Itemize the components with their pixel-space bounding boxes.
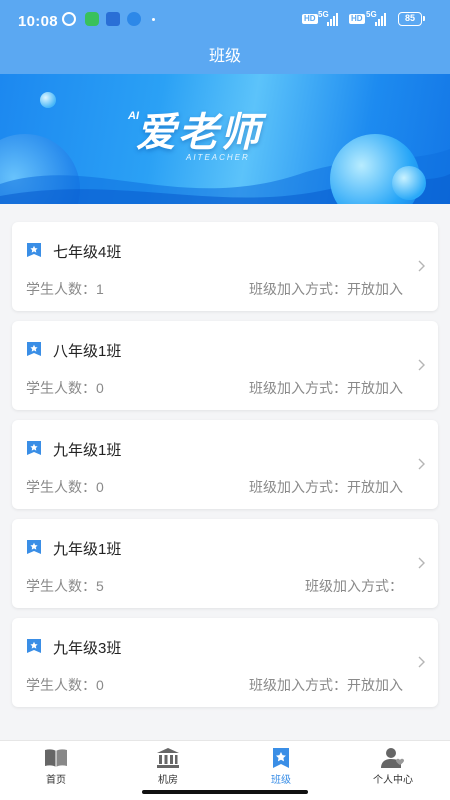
- class-list: 七年级4班 学生人数：1 班级加入方式：开放加入 八年级1班 学生人数：0 班级…: [12, 222, 438, 717]
- home-indicator[interactable]: [142, 790, 308, 794]
- status-bar: 10:08 HD 5G HD 5G 85: [0, 0, 450, 40]
- class-name: 八年级1班: [53, 343, 122, 360]
- student-count: 学生人数：5: [26, 578, 104, 594]
- nav-label: 个人中心: [373, 775, 413, 786]
- class-card[interactable]: 九年级1班 学生人数：5 班级加入方式：: [12, 519, 438, 608]
- join-method: 班级加入方式：开放加入: [249, 479, 403, 495]
- cast-icon: [106, 12, 120, 26]
- brand-logo-text: 爱老师: [136, 111, 262, 155]
- decor-bubble: [392, 166, 426, 200]
- nav-home[interactable]: 首页: [16, 747, 96, 786]
- building-icon: [157, 748, 179, 768]
- decor-bubble: [40, 92, 56, 108]
- signal-icon: [375, 12, 386, 26]
- book-icon: [45, 749, 67, 767]
- battery-icon: 85: [398, 12, 425, 26]
- class-name: 七年级4班: [53, 244, 122, 261]
- hd-badge: HD: [302, 14, 318, 24]
- join-method: 班级加入方式：开放加入: [249, 380, 403, 396]
- class-badge-icon: [27, 441, 41, 455]
- upload-icon: [127, 12, 141, 26]
- class-badge-icon: [27, 243, 41, 257]
- chevron-right-icon: [418, 557, 425, 569]
- class-name: 九年级1班: [53, 541, 122, 558]
- class-badge-icon: [27, 342, 41, 356]
- chevron-right-icon: [418, 260, 425, 272]
- nav-class[interactable]: 班级: [241, 747, 321, 786]
- banner: AI 爱老师 AITEACHER: [0, 74, 450, 204]
- class-name: 九年级1班: [53, 442, 122, 459]
- class-badge-icon: [27, 540, 41, 554]
- chevron-right-icon: [418, 359, 425, 371]
- page-title: 班级: [208, 48, 241, 65]
- signal-icon: [327, 12, 338, 26]
- join-method: 班级加入方式：开放加入: [249, 281, 403, 297]
- student-count: 学生人数：1: [26, 281, 104, 297]
- user-heart-icon: [381, 748, 404, 768]
- class-card[interactable]: 七年级4班 学生人数：1 班级加入方式：开放加入: [12, 222, 438, 311]
- join-method: 班级加入方式：开放加入: [249, 677, 403, 693]
- class-name: 九年级3班: [53, 640, 122, 657]
- chevron-right-icon: [418, 458, 425, 470]
- wechat-icon: [85, 12, 99, 26]
- nav-label: 首页: [46, 775, 66, 786]
- class-card[interactable]: 八年级1班 学生人数：0 班级加入方式：开放加入: [12, 321, 438, 410]
- student-count: 学生人数：0: [26, 479, 104, 495]
- chevron-right-icon: [418, 656, 425, 668]
- hd-badge: HD: [349, 14, 365, 24]
- nav-label: 班级: [271, 775, 291, 786]
- brand-subtitle: AITEACHER: [186, 153, 250, 162]
- class-badge-icon: [27, 639, 41, 653]
- nav-profile[interactable]: 个人中心: [353, 747, 433, 786]
- nav-lab[interactable]: 机房: [128, 747, 208, 786]
- student-count: 学生人数：0: [26, 380, 104, 396]
- alarm-icon: [62, 12, 76, 26]
- join-method: 班级加入方式：: [305, 578, 403, 594]
- status-time: 10:08: [18, 13, 58, 30]
- nav-label: 机房: [158, 775, 178, 786]
- star-bookmark-icon: [273, 748, 289, 768]
- app-header: 10:08 HD 5G HD 5G 85 班级: [0, 0, 450, 74]
- student-count: 学生人数：0: [26, 677, 104, 693]
- class-card[interactable]: 九年级1班 学生人数：0 班级加入方式：开放加入: [12, 420, 438, 509]
- class-card[interactable]: 九年级3班 学生人数：0 班级加入方式：开放加入: [12, 618, 438, 707]
- more-notifications-icon: [152, 18, 155, 21]
